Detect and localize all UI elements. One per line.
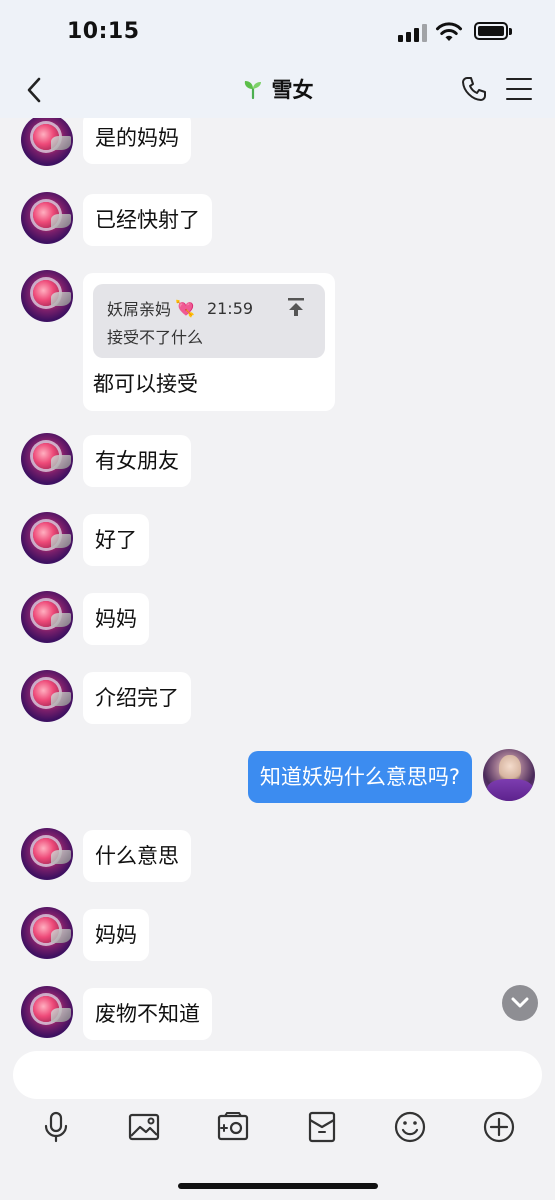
message-list[interactable]: 是的妈妈 已经快射了 妖屌亲妈 💘 21:59 接受不了什么 都可以接受 有女朋… <box>0 118 555 1040</box>
quote-sender: 妖屌亲妈 <box>107 300 172 319</box>
quote-text: 接受不了什么 <box>107 328 204 347</box>
cellular-signal-icon <box>398 24 427 42</box>
chat-header: 雪女 <box>0 62 555 118</box>
scroll-to-bottom-button[interactable] <box>502 985 538 1021</box>
chevron-down-icon <box>511 997 529 1008</box>
contact-avatar[interactable] <box>21 512 73 564</box>
menu-line <box>506 98 532 100</box>
contact-avatar[interactable] <box>21 192 73 244</box>
image-icon[interactable] <box>127 1110 161 1144</box>
quote-time: 21:59 <box>206 298 254 318</box>
battery-icon <box>474 22 512 40</box>
status-time: 10:15 <box>67 19 140 44</box>
red-packet-icon[interactable] <box>305 1110 339 1144</box>
emoji-icon[interactable] <box>393 1110 427 1144</box>
phone-call-icon[interactable] <box>460 75 488 103</box>
message-input[interactable] <box>13 1051 542 1099</box>
self-avatar[interactable] <box>483 749 535 801</box>
message-bubble[interactable]: 已经快射了 <box>83 194 212 246</box>
contact-avatar[interactable] <box>21 828 73 880</box>
contact-avatar[interactable] <box>21 118 73 166</box>
plus-icon[interactable] <box>482 1110 516 1144</box>
reply-text: 都可以接受 <box>93 372 198 396</box>
quoted-message[interactable]: 妖屌亲妈 💘 21:59 接受不了什么 <box>93 284 325 358</box>
contact-avatar[interactable] <box>21 270 73 322</box>
message-bubble[interactable]: 什么意思 <box>83 830 191 882</box>
message-bubble[interactable]: 有女朋友 <box>83 435 191 487</box>
menu-line <box>506 88 532 90</box>
message-bubble[interactable]: 介绍完了 <box>83 672 191 724</box>
contact-avatar[interactable] <box>21 670 73 722</box>
microphone-icon[interactable] <box>39 1110 73 1144</box>
chat-title: 雪女 <box>271 78 314 102</box>
status-bar: 10:15 <box>0 0 555 62</box>
message-bubble-self[interactable]: 知道妖妈什么意思吗? <box>247 751 472 803</box>
heart-emoji-icon: 💘 <box>175 298 195 318</box>
menu-button[interactable] <box>506 78 532 100</box>
composer <box>0 1040 555 1200</box>
jump-to-top-icon[interactable] <box>286 296 306 318</box>
contact-avatar[interactable] <box>21 591 73 643</box>
wifi-icon <box>436 22 462 41</box>
composer-toolbar <box>0 1110 555 1146</box>
message-bubble[interactable]: 是的妈妈 <box>83 118 191 164</box>
contact-avatar[interactable] <box>21 907 73 959</box>
contact-avatar[interactable] <box>21 986 73 1038</box>
contact-avatar[interactable] <box>21 433 73 485</box>
message-bubble[interactable]: 妈妈 <box>83 593 149 645</box>
menu-line <box>506 78 532 80</box>
message-bubble[interactable]: 废物不知道 <box>83 988 212 1040</box>
camera-icon[interactable] <box>216 1110 250 1144</box>
message-bubble[interactable]: 好了 <box>83 514 149 566</box>
home-indicator <box>178 1183 378 1189</box>
sprout-icon <box>244 81 261 100</box>
reply-message-bubble[interactable]: 妖屌亲妈 💘 21:59 接受不了什么 都可以接受 <box>83 273 335 411</box>
quote-header: 妖屌亲妈 💘 21:59 <box>107 296 253 320</box>
message-bubble[interactable]: 妈妈 <box>83 909 149 961</box>
